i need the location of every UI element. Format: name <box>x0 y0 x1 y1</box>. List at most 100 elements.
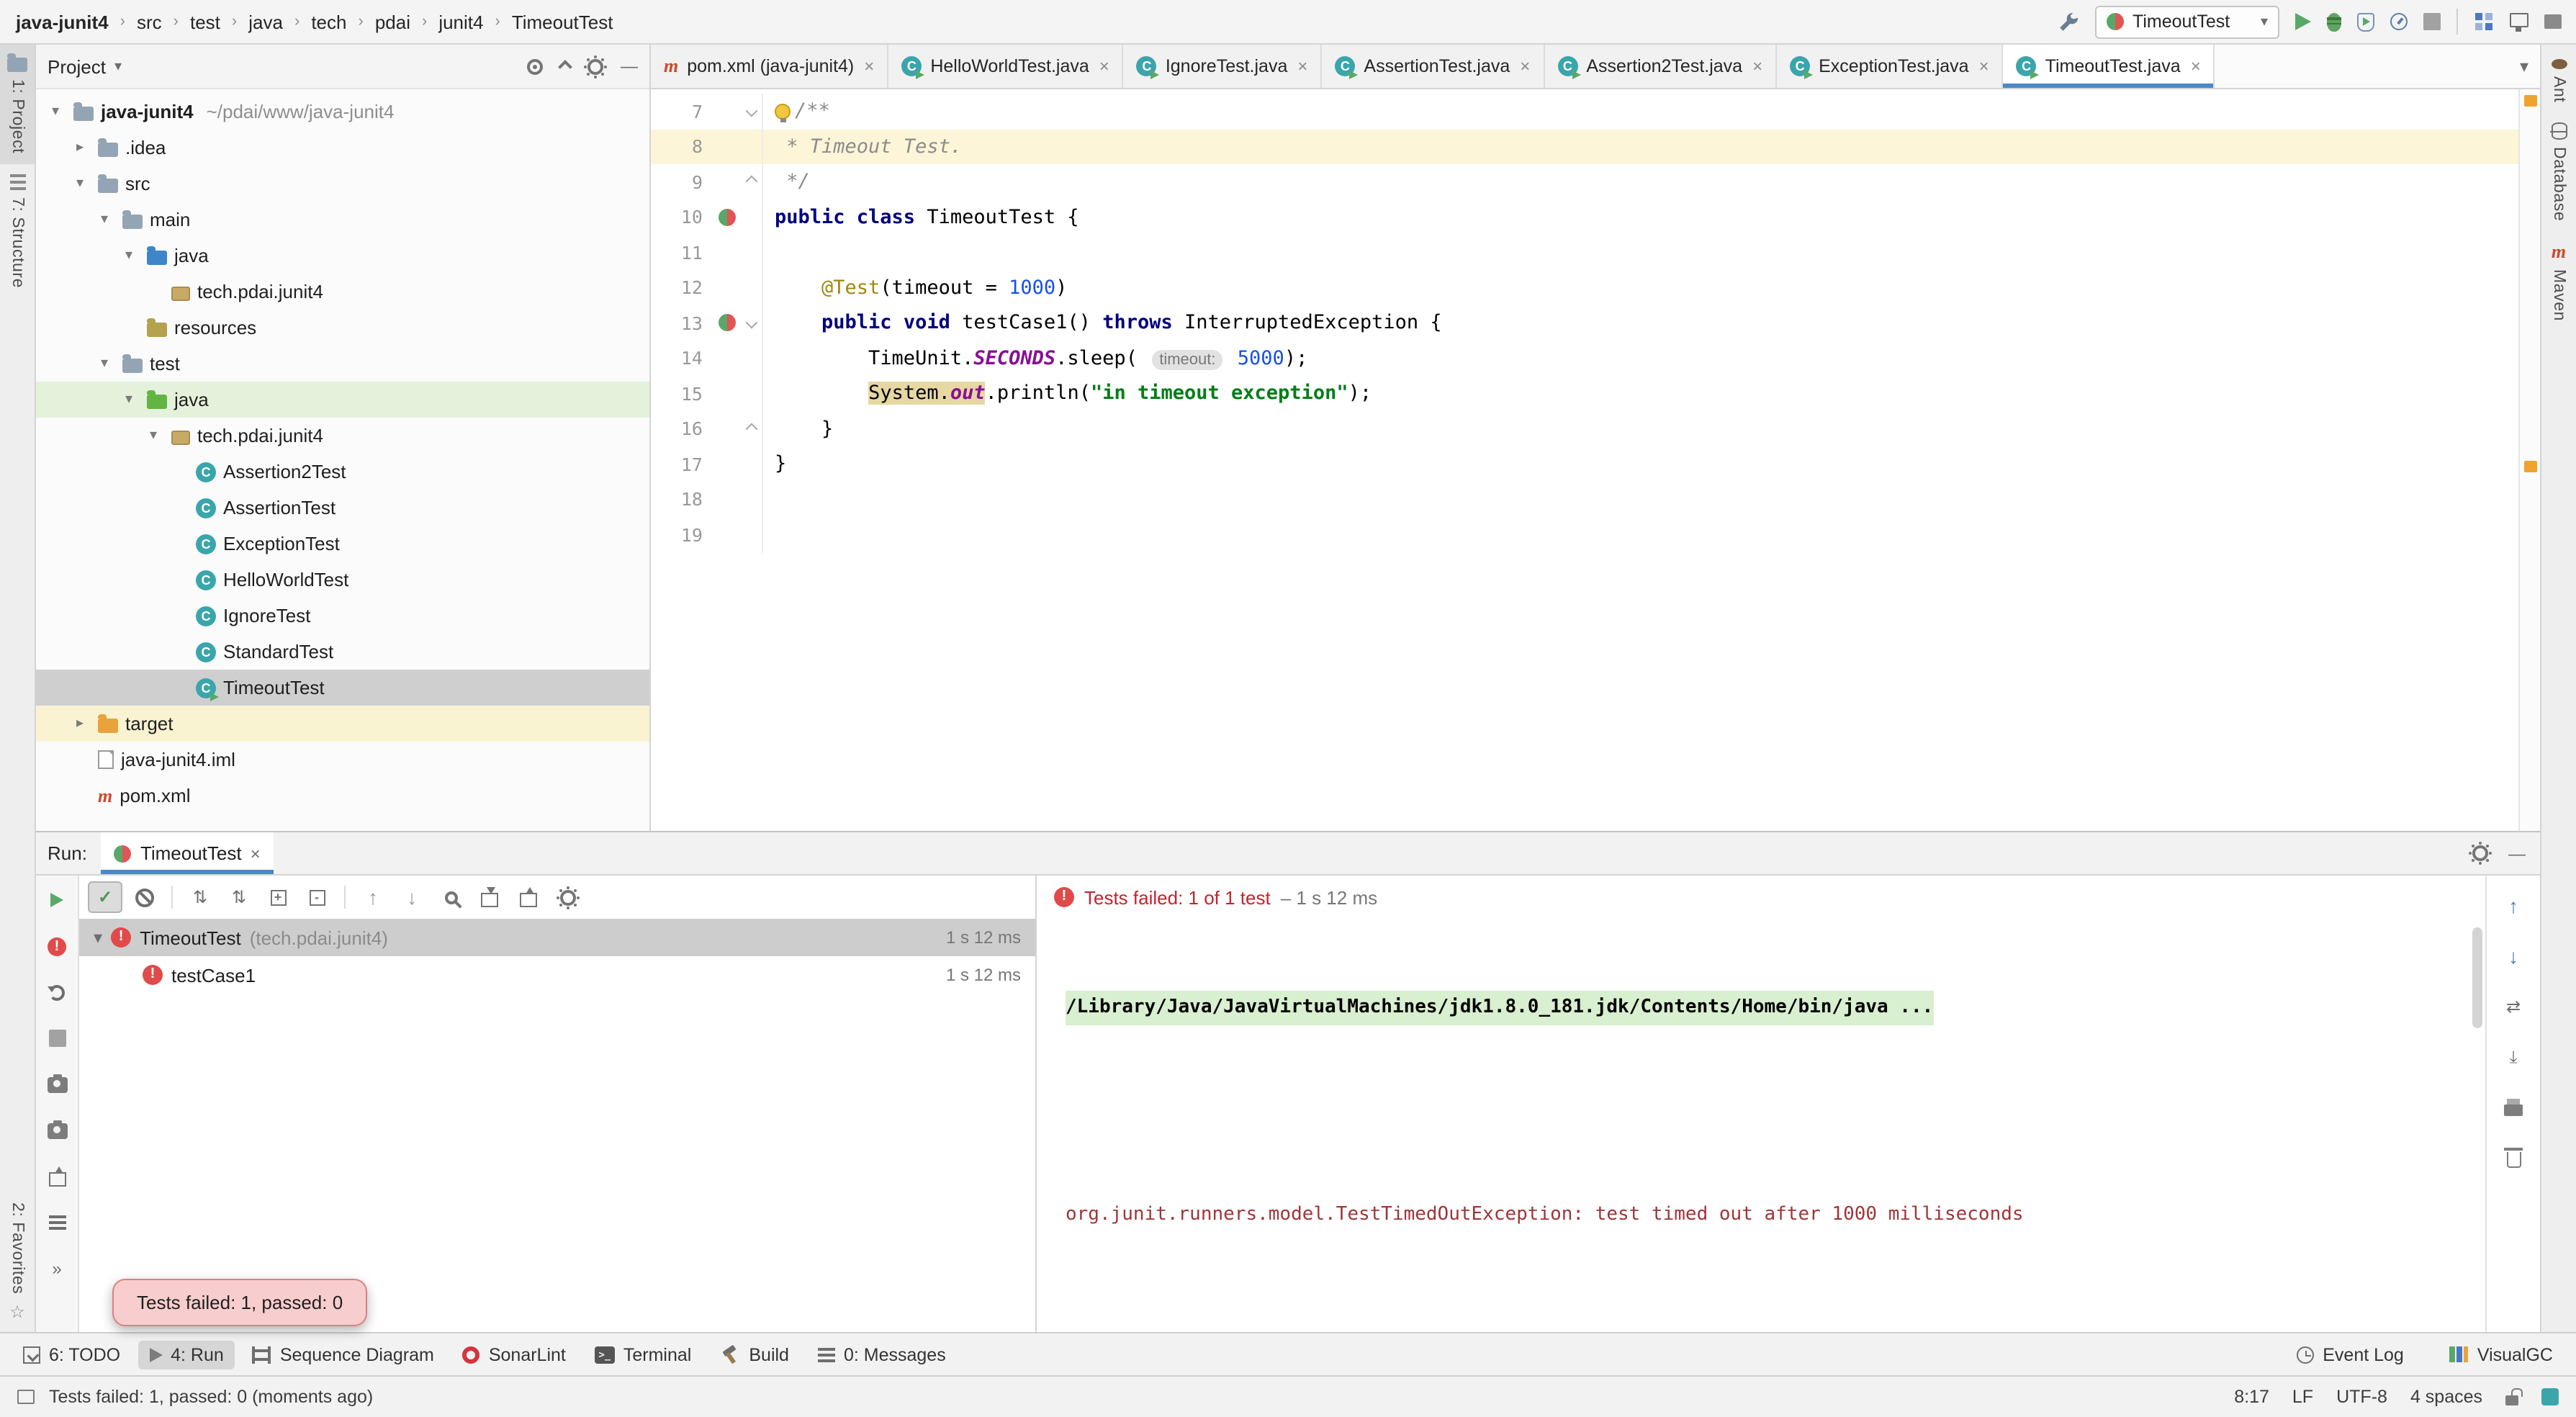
close-icon[interactable]: × <box>1099 58 1109 75</box>
sort-alphabetically-icon[interactable]: ⇅ <box>183 881 217 913</box>
tool-button-sequence-diagram[interactable]: Sequence Diagram <box>241 1340 446 1369</box>
hide-panel-icon[interactable]: — <box>2508 845 2526 862</box>
run-class-gutter-icon[interactable] <box>714 209 740 226</box>
clear-console-icon[interactable] <box>2496 1142 2531 1174</box>
tree-item[interactable]: Assertion2Test <box>36 454 649 490</box>
run-test-gutter-icon[interactable] <box>714 315 740 332</box>
tree-item[interactable]: resources <box>36 310 649 346</box>
profiler-button[interactable] <box>2390 13 2408 30</box>
tool-button-database[interactable]: Database <box>2541 112 2576 231</box>
print-icon[interactable] <box>2496 1092 2531 1123</box>
up-the-stack-trace-button[interactable]: ↑ <box>2496 890 2531 922</box>
caret-position[interactable]: 8:17 <box>2234 1387 2269 1407</box>
test-history-button[interactable] <box>40 1161 74 1192</box>
close-icon[interactable]: × <box>1752 58 1762 75</box>
status-message[interactable]: Tests failed: 1, passed: 0 (moments ago) <box>49 1387 373 1407</box>
tool-button-run[interactable]: 4: Run <box>138 1340 235 1369</box>
soft-wrap-icon[interactable]: ⇄ <box>2496 991 2531 1022</box>
ide-indicator-icon[interactable] <box>2541 1388 2559 1405</box>
breadcrumb-item[interactable]: java <box>247 8 284 35</box>
collapse-all-icon[interactable] <box>300 881 334 913</box>
tool-button-ant[interactable]: Ant <box>2541 45 2576 112</box>
run-configuration-select[interactable]: TimeoutTest ▾ <box>2095 5 2279 38</box>
project-view-title[interactable]: Project <box>48 55 106 77</box>
fold-marker-icon[interactable] <box>740 164 763 199</box>
toolwindow-toggle-icon[interactable] <box>17 1390 35 1404</box>
debug-button[interactable] <box>2327 12 2341 31</box>
error-stripe-mark[interactable] <box>2524 95 2537 107</box>
breadcrumb-item[interactable]: pdai <box>374 8 412 35</box>
editor-tab[interactable]: pom.xml (java-junit4) × <box>651 45 888 88</box>
previous-failed-test-icon[interactable]: ↑ <box>356 881 390 913</box>
settings-gear-icon[interactable] <box>550 881 585 913</box>
import-test-results-icon[interactable] <box>472 881 507 913</box>
tree-item[interactable]: IgnoreTest <box>36 598 649 634</box>
tool-button-maven[interactable]: Maven <box>2541 232 2576 331</box>
locate-file-icon[interactable] <box>527 58 543 74</box>
layout-icon[interactable] <box>2510 16 2528 27</box>
settings-gear-icon[interactable] <box>587 58 603 74</box>
fold-marker-icon[interactable] <box>740 94 763 129</box>
close-icon[interactable]: × <box>251 845 261 862</box>
test-tree-row[interactable]: testCase1 1 s 12 ms <box>79 956 1035 994</box>
tree-item[interactable]: ▾ main <box>36 202 649 238</box>
tree-item[interactable]: ▸ .idea <box>36 130 649 166</box>
console-output[interactable]: /Library/Java/JavaVirtualMachines/jdk1.8… <box>1037 919 2485 1332</box>
breadcrumb-item[interactable]: java-junit4 <box>14 8 110 35</box>
stop-button[interactable] <box>2423 13 2441 30</box>
tree-item-root[interactable]: ▾ java-junit4 ~/pdai/www/java-junit4 <box>36 94 649 130</box>
tree-item[interactable]: ▾ java <box>36 382 649 418</box>
options-menu-icon[interactable] <box>40 1207 74 1238</box>
thread-dump-button[interactable] <box>40 1069 74 1100</box>
editor-tab[interactable]: AssertionTest.java × <box>1322 45 1544 88</box>
breadcrumb-item[interactable]: TimeoutTest <box>510 8 615 35</box>
sort-by-duration-icon[interactable]: ⇅ <box>222 881 256 913</box>
rerun-failed-tests-button[interactable] <box>40 930 74 962</box>
project-structure-icon[interactable] <box>2474 12 2494 32</box>
chevron-down-icon[interactable]: ▾ <box>45 104 66 120</box>
error-stripe-mark[interactable] <box>2524 461 2537 472</box>
show-passed-toggle[interactable]: ✓ <box>88 881 122 913</box>
chevron-down-icon[interactable]: ▾ <box>94 356 115 372</box>
window-icon[interactable] <box>2544 14 2562 29</box>
lock-icon[interactable] <box>2505 1388 2518 1405</box>
tool-button-sonarlint[interactable]: SonarLint <box>451 1340 577 1369</box>
close-icon[interactable]: × <box>1297 58 1307 75</box>
tree-item[interactable]: tech.pdai.junit4 <box>36 274 649 310</box>
down-the-stack-trace-button[interactable]: ↓ <box>2496 940 2531 972</box>
indent-setting[interactable]: 4 spaces <box>2410 1387 2482 1407</box>
breadcrumb-item[interactable]: test <box>189 8 222 35</box>
notification-balloon[interactable]: Tests failed: 1, passed: 0 <box>112 1279 367 1326</box>
hidden-tabs-icon[interactable]: ▾ <box>2520 58 2528 75</box>
close-icon[interactable]: × <box>2191 58 2201 75</box>
fold-marker-icon[interactable] <box>740 411 763 446</box>
tool-button-todo[interactable]: 6: TODO <box>12 1340 132 1369</box>
event-log-button[interactable]: Event Log <box>2285 1340 2415 1369</box>
chevron-down-icon[interactable]: ▾ <box>94 929 102 946</box>
chevron-down-icon[interactable]: ▾ <box>94 212 115 228</box>
tool-button-structure[interactable]: 7: Structure <box>0 163 35 297</box>
chevron-right-icon[interactable]: ▸ <box>69 140 91 156</box>
chevron-down-icon[interactable]: ▾ <box>118 392 140 408</box>
show-ignored-toggle[interactable] <box>127 881 161 913</box>
more-icon[interactable]: » <box>40 1253 74 1285</box>
close-icon[interactable]: × <box>1979 58 1989 75</box>
tree-item[interactable]: pom.xml <box>36 778 649 814</box>
run-with-coverage-button[interactable] <box>2357 12 2374 31</box>
editor-tab[interactable]: Assertion2Test.java × <box>1544 45 1777 88</box>
tree-item[interactable]: java-junit4.iml <box>36 742 649 778</box>
chevron-down-icon[interactable]: ▾ <box>118 248 140 264</box>
chevron-down-icon[interactable]: ▾ <box>114 58 122 74</box>
stop-button[interactable] <box>40 1022 74 1054</box>
rerun-button[interactable] <box>40 884 74 916</box>
breadcrumb-item[interactable]: src <box>135 8 163 35</box>
hide-panel-icon[interactable]: — <box>621 58 638 75</box>
scroll-to-end-icon[interactable]: ⤓ <box>2496 1041 2531 1073</box>
snapshot-button[interactable] <box>40 1115 74 1146</box>
next-failed-test-icon[interactable]: ↓ <box>395 881 429 913</box>
run-button[interactable] <box>2295 13 2311 30</box>
tree-item[interactable]: ▾ java <box>36 238 649 274</box>
tree-item-selected[interactable]: TimeoutTest <box>36 670 649 706</box>
tool-button-favorites[interactable]: 2: Favorites ☆ <box>0 1193 35 1332</box>
chevron-right-icon[interactable]: ▸ <box>69 716 91 732</box>
